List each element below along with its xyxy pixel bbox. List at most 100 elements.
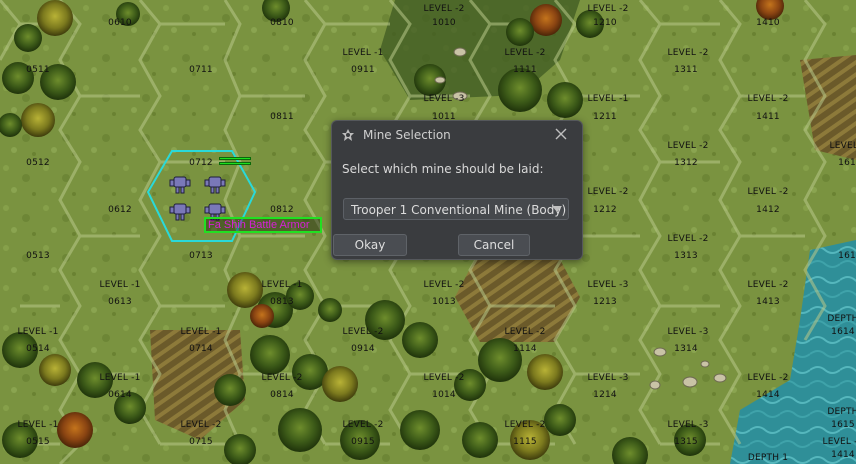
dialog-prompt: Select which mine should be laid: bbox=[342, 162, 544, 176]
hex-number-label: 1311 bbox=[674, 65, 698, 75]
hex-number-label: 1213 bbox=[593, 297, 617, 307]
hex-number-label: 0612 bbox=[108, 205, 132, 215]
dialog-title-bar[interactable]: Mine Selection bbox=[332, 121, 582, 149]
hex-number-label: 1412 bbox=[756, 205, 780, 215]
hex-elevation-label: LEVEL -1 bbox=[17, 327, 59, 337]
hex-number-label: 0714 bbox=[189, 344, 213, 354]
hex-number-label: 0712 bbox=[189, 158, 213, 168]
hex-elevation-label: LEVEL -2 bbox=[423, 4, 465, 14]
mine-selection-dialog: Mine Selection Select which mine should … bbox=[331, 120, 583, 260]
hex-elevation-label: LEVEL -2 bbox=[667, 48, 709, 58]
hex-elevation-label: LEVEL -3 bbox=[667, 327, 709, 337]
hex-elevation-label: LEVEL -3 bbox=[587, 373, 629, 383]
hex-elevation-label: DEPTH 1 bbox=[747, 453, 789, 463]
hex-elevation-label: LEVEL -1 bbox=[180, 327, 222, 337]
hex-number-label: 0610 bbox=[108, 18, 132, 28]
hex-number-label: 0812 bbox=[270, 205, 294, 215]
hex-number-label: 1111 bbox=[513, 65, 537, 75]
unit-name-label[interactable]: Fa Shih Battle Armor bbox=[204, 217, 322, 233]
hex-elevation-label: LEVEL -2 bbox=[747, 373, 789, 383]
hex-elevation-label: LEVEL -1 bbox=[99, 280, 141, 290]
hex-number-label: 0914 bbox=[351, 344, 375, 354]
hex-number-label: 1010 bbox=[432, 18, 456, 28]
hex-number-label: 1114 bbox=[513, 344, 537, 354]
hex-number-label: 0715 bbox=[189, 437, 213, 447]
hex-elevation-label: LEVEL -2 bbox=[423, 373, 465, 383]
app-logo-icon bbox=[342, 129, 354, 141]
hex-number-label: 1615 bbox=[831, 420, 855, 430]
hex-number-label: 0813 bbox=[270, 297, 294, 307]
health-bar bbox=[219, 157, 251, 160]
hex-number-label: 0911 bbox=[351, 65, 375, 75]
hex-number-label: 0512 bbox=[26, 158, 50, 168]
dialog-title: Mine Selection bbox=[363, 128, 451, 142]
hex-number-label: 1613 bbox=[838, 251, 856, 261]
mine-type-dropdown[interactable]: Trooper 1 Conventional Mine (Body) bbox=[343, 198, 569, 220]
hex-number-label: 0814 bbox=[270, 390, 294, 400]
hex-number-label: 1411 bbox=[756, 112, 780, 122]
hex-number-label: 1614 bbox=[831, 327, 855, 337]
hex-number-label: 0613 bbox=[108, 297, 132, 307]
hex-number-label: 1014 bbox=[432, 390, 456, 400]
hex-number-label: 1214 bbox=[593, 390, 617, 400]
hex-number-label: 1115 bbox=[513, 437, 537, 447]
hex-elevation-label: LEVEL -2 bbox=[587, 4, 629, 14]
hex-elevation-label: LEVEL -2 bbox=[747, 94, 789, 104]
hex-elevation-label: LEVEL -3 bbox=[587, 280, 629, 290]
hex-number-label: 0614 bbox=[108, 390, 132, 400]
hex-elevation-label: LEVEL -2 bbox=[342, 420, 384, 430]
hex-number-label: 1312 bbox=[674, 158, 698, 168]
hex-elevation-label: DEPTH bbox=[827, 407, 856, 417]
hex-elevation-label: LEVEL -2 bbox=[587, 187, 629, 197]
chevron-down-icon bbox=[552, 206, 562, 212]
hex-number-label: 0810 bbox=[270, 18, 294, 28]
hex-number-label: 0513 bbox=[26, 251, 50, 261]
hex-elevation-label: LEVEL -2 bbox=[747, 187, 789, 197]
hex-elevation-label: LEVEL -1 bbox=[261, 280, 303, 290]
health-bar bbox=[219, 162, 251, 165]
hex-number-label: 0811 bbox=[270, 112, 294, 122]
hex-elevation-label: LEVEL -2 bbox=[822, 437, 856, 447]
hex-elevation-label: LEVEL -2 bbox=[423, 280, 465, 290]
hex-number-label: 1315 bbox=[674, 437, 698, 447]
hex-elevation-label: LEVEL -2 bbox=[747, 280, 789, 290]
cancel-button[interactable]: Cancel bbox=[458, 234, 530, 256]
hex-number-label: 1414 bbox=[831, 450, 855, 460]
hex-number-label: 1314 bbox=[674, 344, 698, 354]
hex-elevation-label: LEVEL -2 bbox=[504, 48, 546, 58]
hex-elevation-label: LEVEL -1 bbox=[587, 94, 629, 104]
hex-elevation-label: LEVEL -1 bbox=[342, 48, 384, 58]
hex-elevation-label: LEVEL -2 bbox=[667, 234, 709, 244]
hex-elevation-label: LEVEL -2 bbox=[667, 141, 709, 151]
hex-elevation-label: LEVEL -3 bbox=[667, 420, 709, 430]
hex-elevation-label: DEPTH bbox=[827, 314, 856, 324]
hex-elevation-label: LEVEL -2 bbox=[180, 420, 222, 430]
hex-elevation-label: LEVEL -2 bbox=[261, 373, 303, 383]
hex-number-label: 1013 bbox=[432, 297, 456, 307]
hex-number-label: 0511 bbox=[26, 65, 50, 75]
hex-number-label: 1414 bbox=[756, 390, 780, 400]
hex-number-label: 1410 bbox=[756, 18, 780, 28]
hex-elevation-label: LEVEL -2 bbox=[342, 327, 384, 337]
unit-health-bars bbox=[219, 157, 251, 166]
hex-elevation-label: LEVEL -2 bbox=[504, 420, 546, 430]
hex-elevation-label: LEVEL -1 bbox=[99, 373, 141, 383]
hex-number-label: 1612 bbox=[838, 158, 856, 168]
dropdown-selected-value: Trooper 1 Conventional Mine (Body) bbox=[351, 203, 567, 217]
hex-number-label: 0711 bbox=[189, 65, 213, 75]
hex-elevation-label: LEVEL -3 bbox=[423, 94, 465, 104]
hex-number-label: 0515 bbox=[26, 437, 50, 447]
hex-number-label: 1313 bbox=[674, 251, 698, 261]
hex-number-label: 0514 bbox=[26, 344, 50, 354]
hex-number-label: 0713 bbox=[189, 251, 213, 261]
hex-number-label: 1413 bbox=[756, 297, 780, 307]
hex-number-label: 1210 bbox=[593, 18, 617, 28]
hex-number-label: 1212 bbox=[593, 205, 617, 215]
hex-elevation-label: LEVEL -2 bbox=[829, 141, 856, 151]
hex-number-label: 1211 bbox=[593, 112, 617, 122]
hex-elevation-label: LEVEL -1 bbox=[17, 420, 59, 430]
okay-button[interactable]: Okay bbox=[333, 234, 407, 256]
hex-elevation-label: LEVEL -2 bbox=[504, 327, 546, 337]
close-icon[interactable] bbox=[554, 127, 568, 141]
hex-number-label: 0915 bbox=[351, 437, 375, 447]
